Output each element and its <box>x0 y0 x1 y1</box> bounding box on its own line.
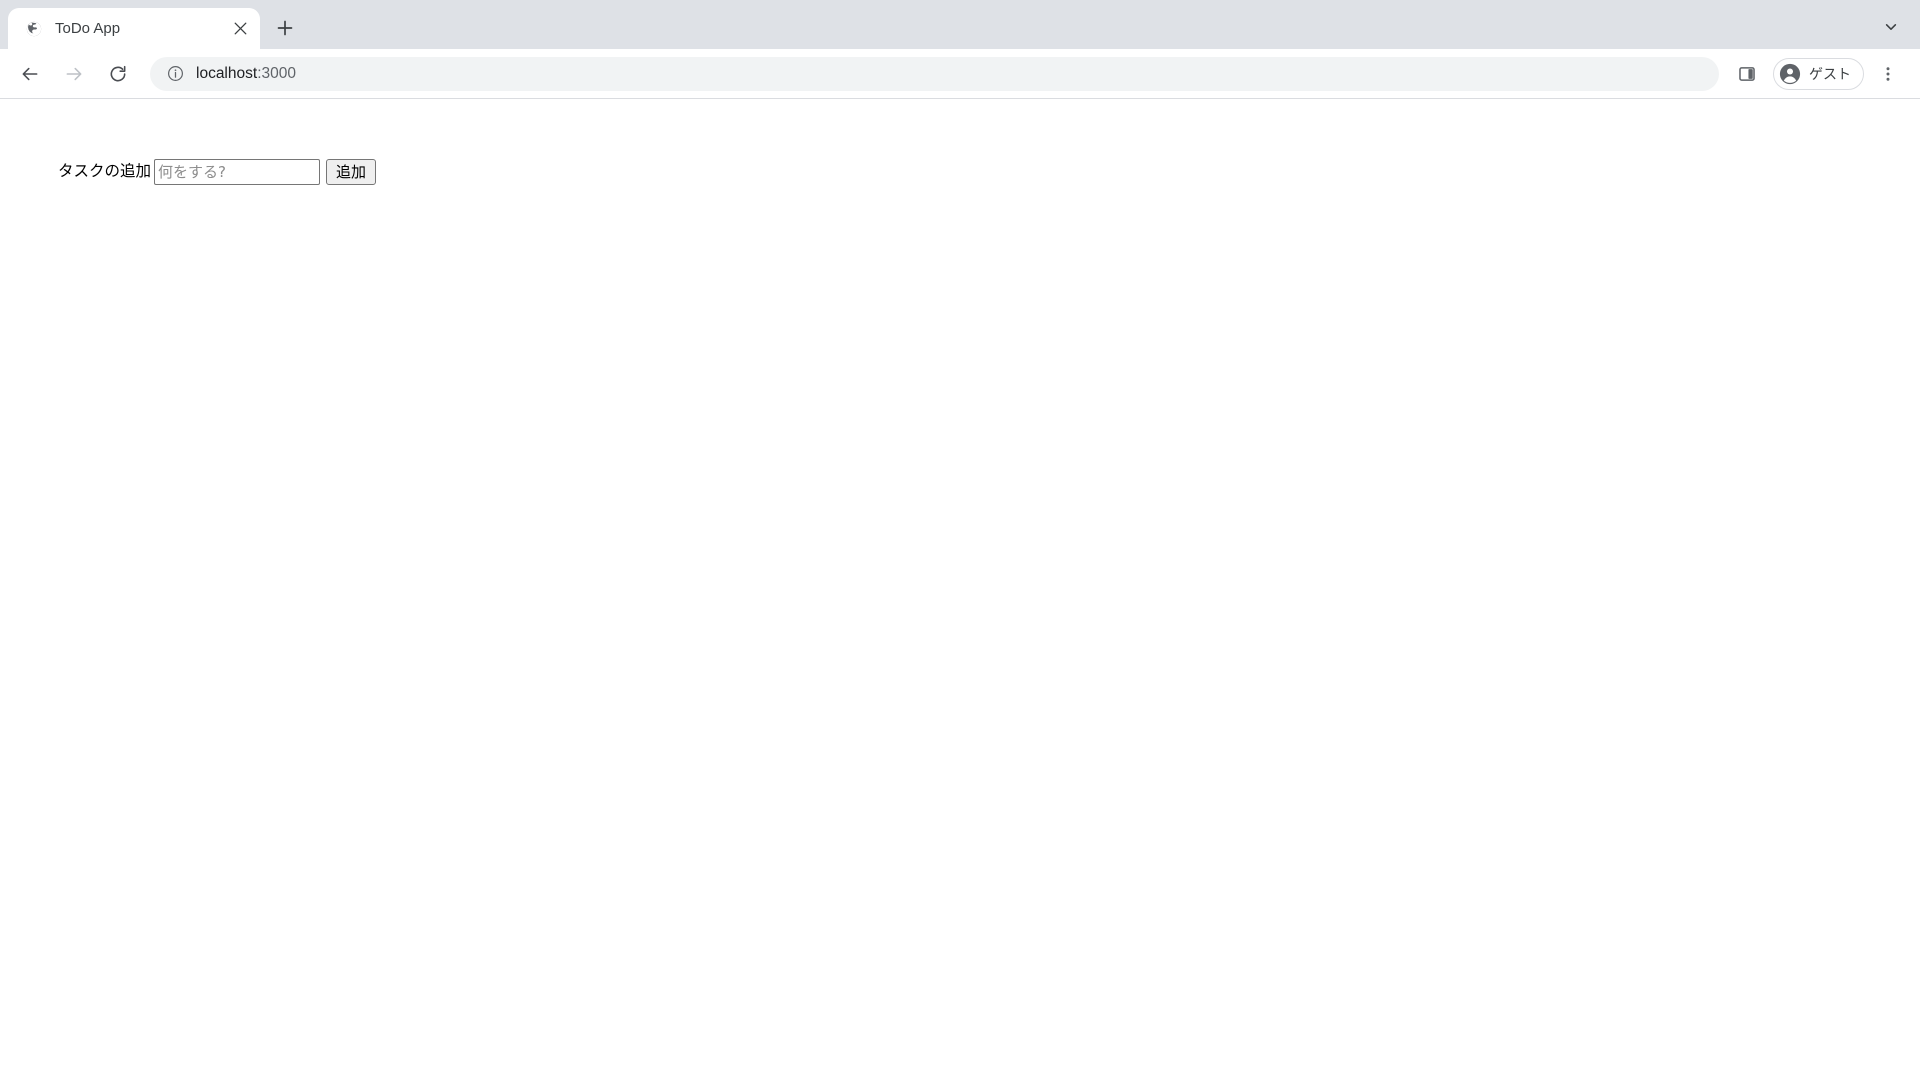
side-panel-icon[interactable] <box>1730 57 1764 91</box>
address-bar-url: localhost:3000 <box>196 66 296 82</box>
browser-window: ToDo App localhost:3000 ゲスト タスクの追加 何をする?… <box>0 0 1920 1080</box>
forward-arrow-icon <box>57 57 91 91</box>
browser-tab-todo-app[interactable]: ToDo App <box>8 8 260 49</box>
add-task-button[interactable]: 追加 <box>326 159 377 185</box>
page-viewport: タスクの追加 追加 <box>0 99 1920 1080</box>
new-tab-button[interactable] <box>268 11 302 45</box>
todo-app-root: タスクの追加 追加 <box>0 99 1920 193</box>
back-arrow-icon[interactable] <box>13 57 47 91</box>
profile-name: ゲスト <box>1809 65 1851 82</box>
url-host: localhost <box>196 65 258 82</box>
account-circle-icon <box>1779 63 1801 85</box>
chevron-down-icon[interactable] <box>1874 10 1908 44</box>
globe-icon <box>24 19 43 38</box>
task-input[interactable] <box>154 159 321 185</box>
add-task-label: タスクの追加 <box>58 162 152 181</box>
url-port: :3000 <box>257 65 296 82</box>
tab-title: ToDo App <box>55 21 121 36</box>
more-vertical-icon[interactable] <box>1871 57 1905 91</box>
tab-strip: ToDo App <box>0 0 1920 49</box>
reload-icon[interactable] <box>101 57 135 91</box>
browser-toolbar: localhost:3000 ゲスト <box>0 49 1920 99</box>
address-bar[interactable]: localhost:3000 <box>150 56 1719 91</box>
info-circle-icon[interactable] <box>166 65 184 83</box>
profile-button[interactable]: ゲスト <box>1773 57 1864 90</box>
close-icon[interactable] <box>228 17 252 41</box>
add-task-form: タスクの追加 追加 <box>58 159 1912 185</box>
